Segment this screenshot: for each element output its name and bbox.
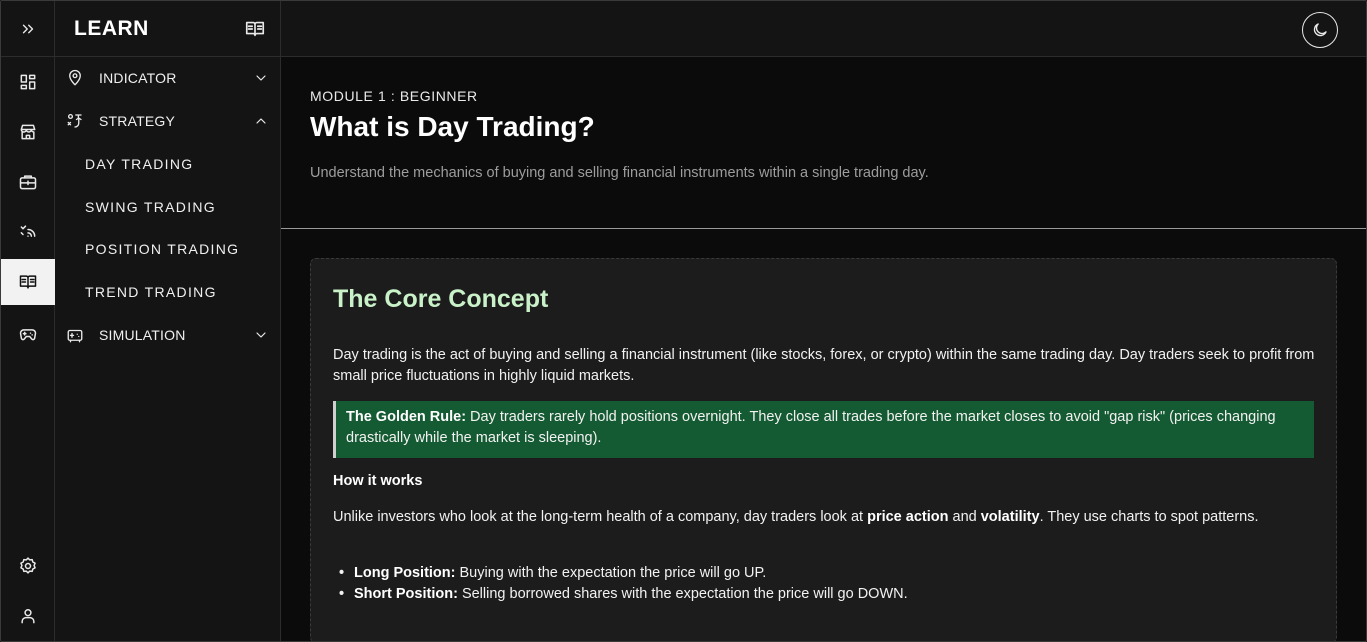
rail-profile[interactable] (1, 593, 55, 639)
gamepad-icon (19, 329, 37, 341)
sidebar-header: LEARN (55, 1, 280, 57)
bullet-text: Buying with the expectation the price wi… (455, 565, 767, 581)
briefcase-icon (19, 175, 37, 190)
how-bold-price-action: price action (867, 509, 949, 525)
page-subtitle: Understand the mechanics of buying and s… (310, 165, 929, 181)
callout-text: Day traders rarely hold positions overni… (346, 409, 1276, 446)
position-list: • Long Position: Buying with the expecta… (333, 563, 1318, 605)
sidebar-title: LEARN (74, 16, 149, 40)
icon-rail (1, 1, 55, 641)
rail-store[interactable] (1, 109, 55, 155)
rail-signals[interactable] (1, 209, 55, 255)
rail-dashboard[interactable] (1, 59, 55, 105)
bullet-label: Short Position: (354, 586, 458, 602)
nav-indicator-label: INDICATOR (99, 70, 177, 86)
store-icon (20, 124, 36, 140)
learn-sidebar: LEARN INDICATOR STRATEGY DAY TRADING SWI… (55, 1, 281, 641)
book-icon (19, 275, 37, 289)
expand-button[interactable] (1, 1, 54, 57)
how-text-3: . They use charts to spot patterns. (1039, 509, 1259, 525)
moon-icon (1313, 23, 1327, 37)
dashboard-icon (20, 74, 36, 90)
nav-strategy-label: STRATEGY (99, 113, 176, 129)
list-item: • Long Position: Buying with the expecta… (333, 563, 1318, 584)
nav-simulation-label: SIMULATION (99, 327, 186, 343)
how-paragraph: Unlike investors who look at the long-te… (333, 507, 1318, 528)
bullet-dot: • (339, 565, 345, 581)
chevron-down-icon (256, 75, 266, 81)
how-bold-volatility: volatility (980, 509, 1040, 525)
chevron-up-icon (256, 118, 266, 124)
nav-simulation[interactable]: SIMULATION (55, 314, 281, 356)
strategy-icon (64, 110, 86, 132)
main-content: MODULE 1 : BEGINNER What is Day Trading?… (281, 57, 1366, 641)
how-heading: How it works (333, 473, 423, 489)
how-text-2: and (948, 509, 981, 525)
top-bar (281, 1, 1366, 57)
how-text-1: Unlike investors who look at the long-te… (333, 509, 868, 525)
nav-strategy[interactable]: STRATEGY (55, 100, 281, 142)
rail-learn[interactable] (1, 259, 55, 305)
lesson-header: MODULE 1 : BEGINNER What is Day Trading?… (281, 57, 1366, 229)
strategy-item-position-trading[interactable]: POSITION TRADING (55, 228, 281, 270)
signal-icon (20, 225, 36, 237)
bullet-text: Selling borrowed shares with the expecta… (457, 586, 908, 602)
simulation-icon (64, 324, 86, 346)
card-heading: The Core Concept (333, 285, 549, 313)
page-title: What is Day Trading? (310, 111, 595, 142)
rail-games[interactable] (1, 311, 55, 357)
module-label: MODULE 1 : BEGINNER (310, 88, 478, 104)
callout-label: The Golden Rule: (346, 409, 467, 425)
chevron-down-icon (256, 332, 266, 338)
golden-rule-callout: The Golden Rule: Day traders rarely hold… (333, 401, 1314, 458)
lesson-card: The Core Concept Day trading is the act … (310, 258, 1337, 641)
strategy-item-day-trading[interactable]: DAY TRADING (55, 143, 281, 185)
rail-portfolio[interactable] (1, 159, 55, 205)
nav-indicator[interactable]: INDICATOR (55, 57, 281, 99)
bullet-label: Long Position: (354, 565, 456, 581)
intro-paragraph: Day trading is the act of buying and sel… (333, 347, 1315, 384)
strategy-item-trend-trading[interactable]: TREND TRADING (55, 271, 281, 313)
list-item: • Short Position: Selling borrowed share… (333, 584, 1318, 605)
theme-toggle-button[interactable] (1302, 12, 1338, 48)
expand-icon (22, 24, 33, 33)
user-icon (21, 609, 35, 624)
strategy-item-swing-trading[interactable]: SWING TRADING (55, 186, 281, 228)
map-pin-icon (64, 67, 86, 89)
bullet-dot: • (339, 586, 345, 602)
book-icon (245, 21, 265, 36)
settings-icon (20, 557, 36, 574)
app-window: LEARN INDICATOR STRATEGY DAY TRADING SWI… (0, 0, 1367, 642)
rail-settings[interactable] (1, 543, 55, 589)
